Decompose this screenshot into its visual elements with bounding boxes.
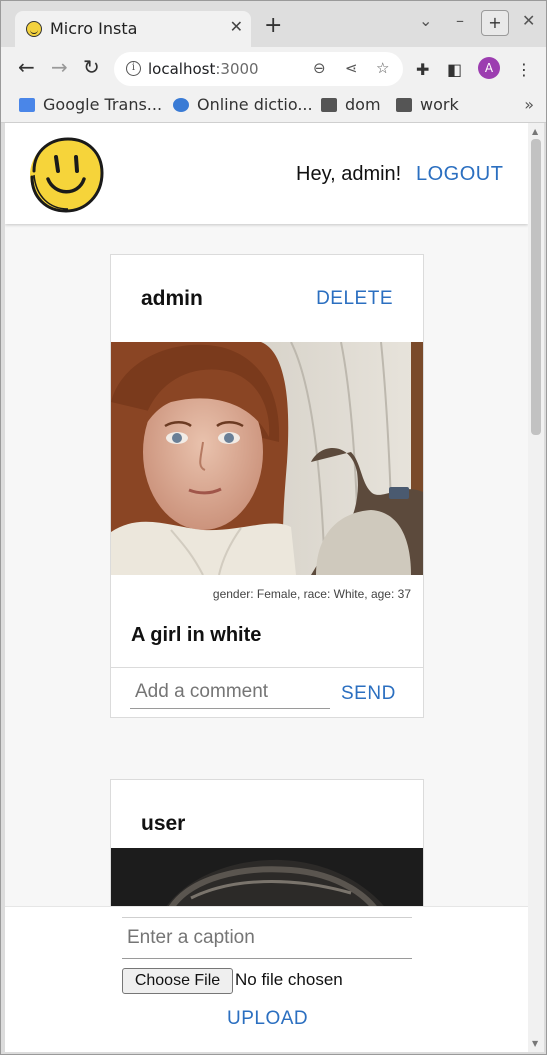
bookmark-folder-work[interactable]: work: [396, 95, 459, 114]
upload-button[interactable]: UPLOAD: [227, 1008, 308, 1030]
profile-avatar[interactable]: A: [478, 57, 500, 79]
extensions-icon[interactable]: ✚: [416, 60, 429, 79]
site-info-icon[interactable]: i: [126, 61, 141, 76]
address-bar[interactable]: i localhost:3000 ⊖ ⋖ ☆: [114, 52, 403, 86]
post-header: admin DELETE: [111, 255, 423, 342]
scroll-up-icon[interactable]: ▲: [532, 127, 538, 136]
browser-toolbar: ← → ↻ i localhost:3000 ⊖ ⋖ ☆ ✚ ◧ A ⋮: [1, 47, 546, 91]
greeting-text: Hey, admin!: [296, 163, 402, 185]
caption-input[interactable]: [122, 917, 412, 959]
app-header: Hey, admin! LOGOUT: [5, 123, 528, 224]
folder-icon: [321, 98, 337, 112]
tab-title: Micro Insta: [50, 19, 138, 38]
maximize-icon[interactable]: +: [481, 10, 509, 36]
share-icon[interactable]: ⋖: [345, 59, 358, 77]
photo-meta-text: gender: Female, race: White, age: 37: [212, 587, 411, 601]
photo-meta: gender: Female, race: White, age: 37: [111, 575, 423, 608]
folder-icon: [396, 98, 412, 112]
post-photo-image: [111, 342, 423, 575]
smiley-favicon-icon: [26, 21, 42, 37]
forward-icon[interactable]: →: [51, 57, 68, 77]
google-translate-icon: [19, 98, 35, 112]
tab-search-icon[interactable]: ⌄: [419, 11, 432, 30]
post-caption-text: A girl in white: [131, 624, 262, 646]
comment-row: SEND: [111, 667, 423, 717]
smiley-logo-icon: [30, 137, 104, 213]
close-window-icon[interactable]: ✕: [522, 11, 535, 30]
tab-close-icon[interactable]: ✕: [230, 17, 243, 36]
vertical-scrollbar[interactable]: ▲ ▼: [528, 123, 544, 1052]
back-icon[interactable]: ←: [18, 57, 35, 77]
post-caption: A girl in white: [111, 608, 423, 667]
post-author: admin: [141, 287, 203, 310]
bookmark-online-dictionary[interactable]: Online dictio...: [173, 95, 313, 114]
no-file-text: No file chosen: [235, 970, 343, 989]
post-header: user: [111, 780, 423, 848]
comment-input[interactable]: [130, 676, 330, 709]
browser-tab[interactable]: Micro Insta ✕: [15, 11, 251, 47]
scrollbar-thumb[interactable]: [531, 139, 541, 435]
side-panel-icon[interactable]: ◧: [447, 60, 462, 79]
bookmark-folder-dom[interactable]: dom: [321, 95, 381, 114]
minimize-icon[interactable]: –: [456, 11, 464, 30]
page-viewport: Hey, admin! LOGOUT admin DELETE gender: …: [5, 123, 528, 1052]
bookmark-google-translate[interactable]: Google Trans...: [19, 95, 162, 114]
post-author: user: [141, 812, 186, 835]
send-comment-button[interactable]: SEND: [341, 683, 396, 705]
menu-kebab-icon[interactable]: ⋮: [516, 60, 532, 79]
bookmarks-bar: Google Trans... Online dictio... dom wor…: [1, 91, 546, 123]
upload-bar: Choose File No file chosen UPLOAD: [5, 906, 528, 1052]
url-text: localhost:3000: [148, 60, 259, 78]
browser-window: Micro Insta ✕ + ⌄ – + ✕ ← → ↻ i localhos…: [0, 0, 547, 1055]
logout-button[interactable]: LOGOUT: [416, 163, 503, 186]
post-card: admin DELETE gender: Female, race: White…: [110, 254, 424, 718]
bookmark-star-icon[interactable]: ☆: [376, 59, 389, 77]
delete-post-button[interactable]: DELETE: [316, 288, 393, 310]
scroll-down-icon[interactable]: ▼: [532, 1039, 538, 1048]
reload-icon[interactable]: ↻: [83, 57, 100, 77]
dictionary-icon: [173, 98, 189, 112]
zoom-icon[interactable]: ⊖: [313, 59, 326, 77]
bookmarks-overflow-icon[interactable]: »: [524, 95, 534, 114]
post-photo: [111, 342, 423, 575]
new-tab-button[interactable]: +: [264, 15, 282, 37]
tab-strip: Micro Insta ✕ + ⌄ – + ✕: [1, 1, 546, 47]
choose-file-button[interactable]: Choose File: [122, 968, 233, 994]
